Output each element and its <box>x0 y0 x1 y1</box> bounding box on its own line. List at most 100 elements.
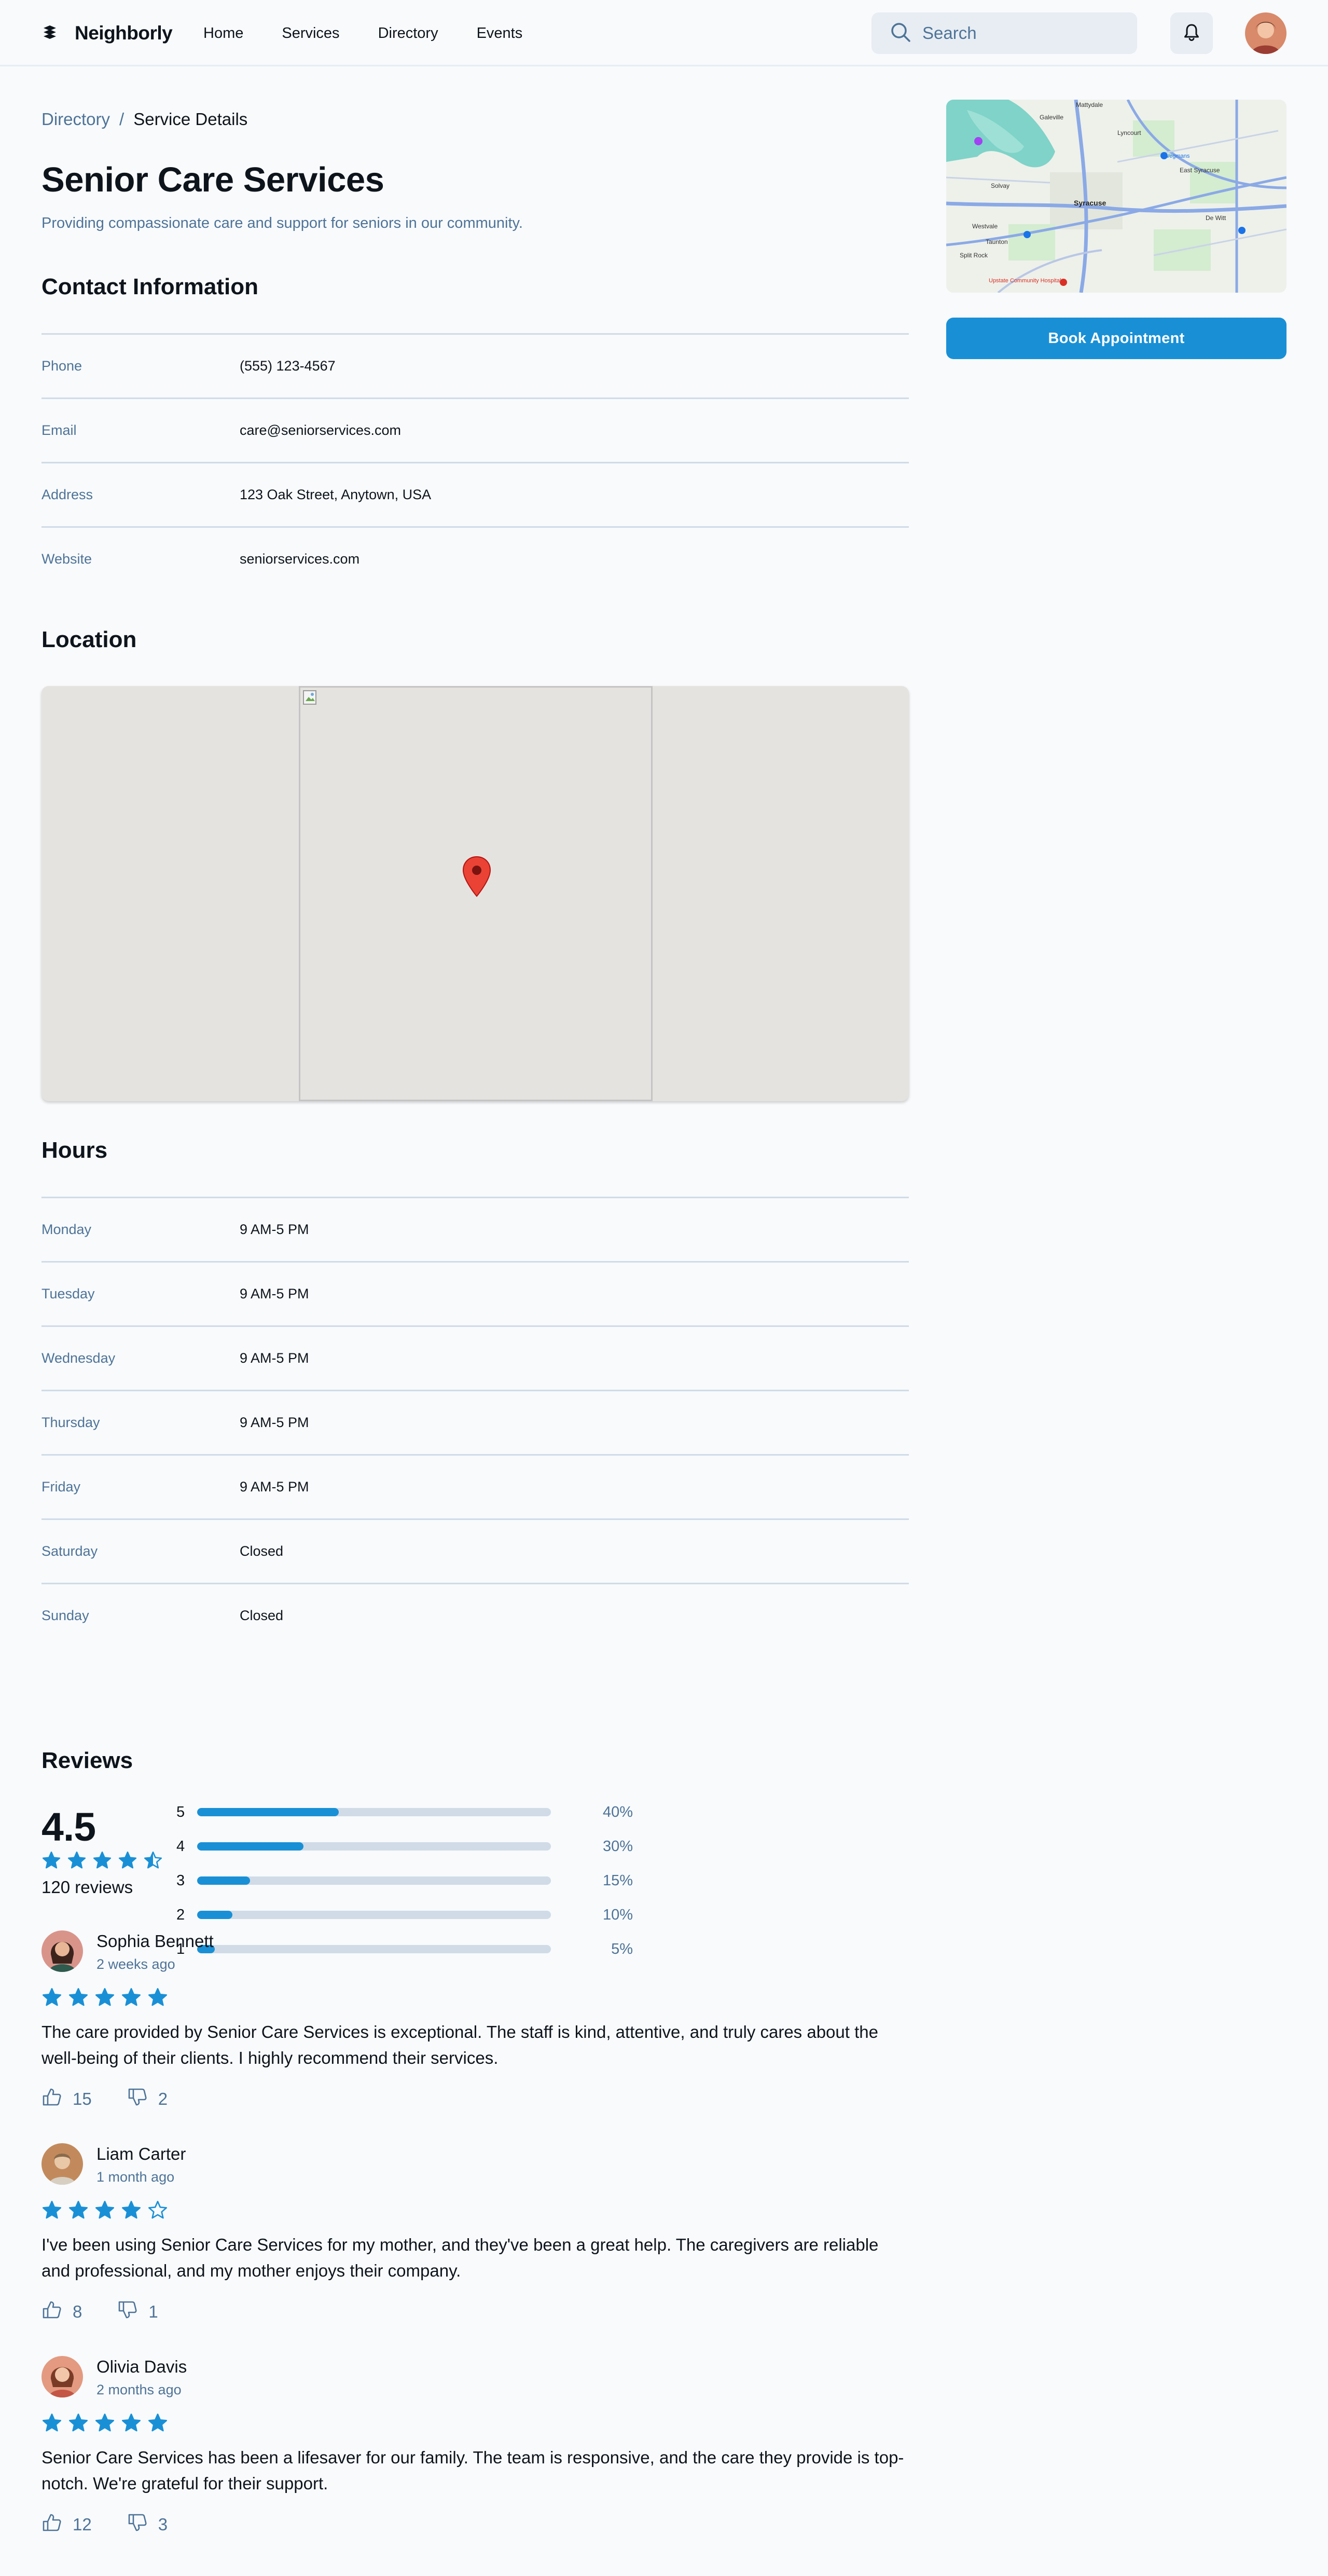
contact-table: Phone (555) 123-4567 Email care@seniorse… <box>42 333 909 591</box>
star-filled-icon <box>148 1988 167 2006</box>
like-button[interactable]: 15 <box>42 2087 92 2112</box>
hours-title: Hours <box>42 1138 108 1163</box>
main-nav: Home Services Directory Events <box>203 23 561 44</box>
review-date: 2 months ago <box>96 2382 182 2397</box>
brand[interactable]: Neighborly <box>42 20 173 47</box>
star-filled-icon <box>95 2201 115 2219</box>
star-filled-icon <box>122 1988 141 2006</box>
thumbs-down-icon <box>127 2087 158 2112</box>
star-half-icon <box>144 1851 162 1869</box>
book-appointment-button[interactable]: Book Appointment <box>946 318 1286 359</box>
search-icon <box>872 21 912 46</box>
sidebar-map[interactable]: Mattydale Galeville Lyncourt Solvay East… <box>946 100 1286 293</box>
rating-bar-stars: 4 <box>176 1838 185 1855</box>
map-label: Solvay <box>991 182 1009 189</box>
rating-bar-row: 5 40% <box>176 1802 633 1823</box>
review-header: Sophia Bennett 2 weeks ago <box>42 1930 909 1972</box>
hours-row: Thursday 9 AM-5 PM <box>42 1390 909 1454</box>
hours-day: Friday <box>42 1479 81 1495</box>
map-label: Taunton <box>986 238 1008 245</box>
map-frame <box>299 686 653 1101</box>
map-pin-icon[interactable] <box>462 856 491 897</box>
like-button[interactable]: 8 <box>42 2299 82 2324</box>
rating-bar-fill <box>197 1842 303 1851</box>
review-actions: 15 2 <box>42 2087 909 2112</box>
hours-row: Tuesday 9 AM-5 PM <box>42 1261 909 1325</box>
star-filled-icon <box>43 2201 61 2219</box>
like-button[interactable]: 12 <box>42 2512 92 2537</box>
map-label: Westvale <box>972 223 998 230</box>
thumbs-up-icon <box>42 2087 73 2112</box>
contact-key: Phone <box>42 358 82 374</box>
hours-day: Monday <box>42 1222 92 1237</box>
hours-day: Thursday <box>42 1415 100 1430</box>
notifications-button[interactable] <box>1170 12 1213 54</box>
contact-email[interactable]: care@seniorservices.com <box>240 422 401 439</box>
review-text: Senior Care Services has been a lifesave… <box>42 2448 904 2493</box>
average-rating: 4.5 <box>42 1805 96 1849</box>
contact-row-address: Address 123 Oak Street, Anytown, USA <box>42 462 909 526</box>
star-filled-icon <box>95 2414 115 2432</box>
dislike-button[interactable]: 2 <box>127 2087 168 2112</box>
user-avatar[interactable] <box>1245 12 1286 54</box>
star-filled-icon <box>95 1988 115 2006</box>
dislike-button[interactable]: 1 <box>117 2299 158 2324</box>
hours-row: Monday 9 AM-5 PM <box>42 1197 909 1261</box>
star-filled-icon <box>93 1851 112 1869</box>
reviewer-name: Liam Carter <box>96 2144 186 2163</box>
star-filled-icon <box>42 1851 61 1869</box>
star-filled-icon <box>118 1851 137 1869</box>
location-map[interactable] <box>42 686 909 1101</box>
star-filled-icon <box>43 2414 61 2432</box>
like-count: 12 <box>73 2515 92 2534</box>
contact-key: Website <box>42 551 92 567</box>
thumbs-down-icon <box>127 2512 158 2537</box>
review-stars <box>42 2200 909 2221</box>
map-label: Wegmans <box>1164 153 1190 159</box>
rating-bar-stars: 3 <box>176 1872 185 1889</box>
broken-image-icon <box>302 690 318 705</box>
review-actions: 12 3 <box>42 2512 909 2537</box>
dislike-button[interactable]: 3 <box>127 2512 168 2537</box>
search-box[interactable] <box>872 12 1137 54</box>
star-filled-icon <box>122 2201 141 2219</box>
rating-bar-stars: 5 <box>176 1803 185 1820</box>
reviewer-name: Sophia Bennett <box>96 1931 214 1951</box>
breadcrumb-current: Service Details <box>133 109 248 129</box>
hours-row: Saturday Closed <box>42 1518 909 1583</box>
rating-bar-row: 4 30% <box>176 1836 633 1857</box>
review-date: 2 weeks ago <box>96 1956 175 1972</box>
star-filled-icon <box>67 1851 86 1869</box>
contact-website[interactable]: seniorservices.com <box>240 551 359 567</box>
average-stars <box>42 1851 169 1870</box>
contact-phone[interactable]: (555) 123-4567 <box>240 358 336 374</box>
brand-name: Neighborly <box>75 22 173 44</box>
rating-bar-track <box>197 1808 551 1816</box>
contact-address: 123 Oak Street, Anytown, USA <box>240 487 432 502</box>
star-filled-icon <box>148 2414 167 2432</box>
review-card: Sophia Bennett 2 weeks ago The care prov… <box>42 1930 909 2112</box>
nav-directory[interactable]: Directory <box>378 23 438 44</box>
star-filled-icon <box>122 2414 141 2432</box>
rating-summary: 4.5 120 reviews <box>42 1804 169 1897</box>
nav-home[interactable]: Home <box>203 23 243 44</box>
dislike-count: 1 <box>148 2302 158 2321</box>
star-filled-icon <box>69 1988 88 2006</box>
logo-icon <box>42 24 58 43</box>
search-input[interactable] <box>922 23 1119 43</box>
nav-services[interactable]: Services <box>282 23 339 44</box>
review-header: Olivia Davis 2 months ago <box>42 2356 909 2398</box>
rating-bar-fill <box>197 1876 251 1885</box>
review-stars <box>42 2413 909 2433</box>
breadcrumb-directory[interactable]: Directory <box>42 107 110 132</box>
reviews-title: Reviews <box>42 1748 133 1773</box>
hours-row: Friday 9 AM-5 PM <box>42 1454 909 1518</box>
thumbs-up-icon <box>42 2512 73 2537</box>
hours-day: Saturday <box>42 1543 98 1559</box>
nav-events[interactable]: Events <box>477 23 523 44</box>
rating-bar-row: 3 15% <box>176 1870 633 1891</box>
contact-key: Address <box>42 487 93 502</box>
hours-row: Sunday Closed <box>42 1583 909 1647</box>
map-label: East Syracuse <box>1180 167 1220 174</box>
star-filled-icon <box>43 1988 61 2006</box>
